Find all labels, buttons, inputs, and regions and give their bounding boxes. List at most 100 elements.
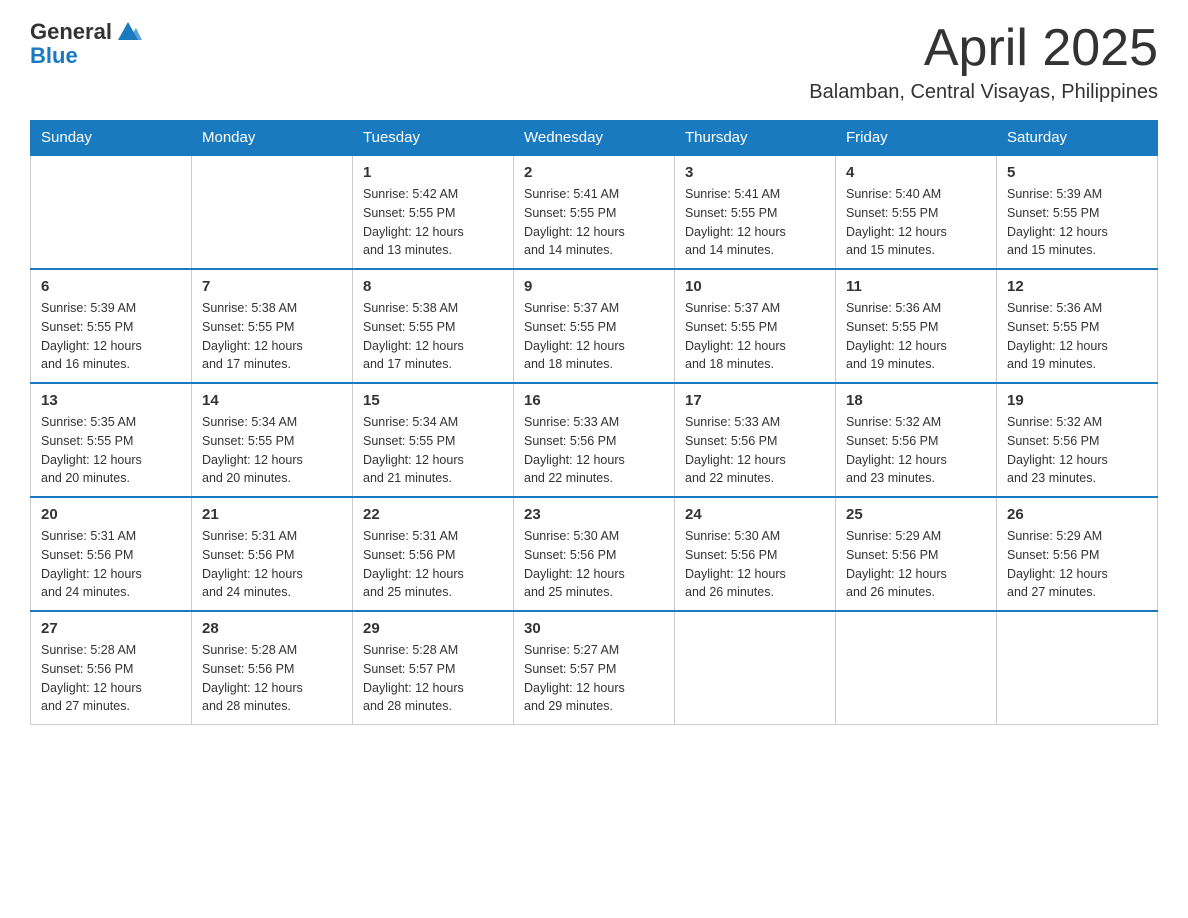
calendar-cell: 19 Sunrise: 5:32 AM Sunset: 5:56 PM Dayli… <box>997 383 1158 497</box>
calendar-cell: 10Sunrise: 5:37 AM Sunset: 5:55 PM Dayli… <box>675 269 836 383</box>
calendar-cell: 5 Sunrise: 5:39 AM Sunset: 5:55 PM Daylig… <box>997 155 1158 269</box>
calendar-week-3: 13 Sunrise: 5:35 AM Sunset: 5:55 PM Dayli… <box>31 383 1158 497</box>
day-number: 23 <box>524 506 664 523</box>
day-number: 8 <box>363 278 503 295</box>
calendar-subtitle: Balamban, Central Visayas, Philippines <box>809 81 1158 104</box>
day-info: Sunrise: 5:39 AM Sunset: 5:55 PM Dayligh… <box>41 299 181 374</box>
day-number: 24 <box>685 506 825 523</box>
day-info: Sunrise: 5:38 AM Sunset: 5:55 PM Dayligh… <box>202 299 342 374</box>
day-info: Sunrise: 5:31 AM Sunset: 5:56 PM Dayligh… <box>41 527 181 602</box>
logo-text-blue: Blue <box>30 44 142 68</box>
calendar-cell: 12 Sunrise: 5:36 AM Sunset: 5:55 PM Dayli… <box>997 269 1158 383</box>
calendar-cell: 11 Sunrise: 5:36 AM Sunset: 5:55 PM Dayli… <box>836 269 997 383</box>
day-info: Sunrise: 5:35 AM Sunset: 5:55 PM Dayligh… <box>41 413 181 488</box>
logo-icon <box>114 16 142 44</box>
page-header: General Blue April 2025 Balamban, Centra… <box>30 20 1158 104</box>
weekday-header-monday: Monday <box>192 121 353 156</box>
calendar-cell: 16 Sunrise: 5:33 AM Sunset: 5:56 PM Dayli… <box>514 383 675 497</box>
day-number: 28 <box>202 620 342 637</box>
day-number: 5 <box>1007 164 1147 181</box>
day-number: 4 <box>846 164 986 181</box>
day-number: 22 <box>363 506 503 523</box>
calendar-table: SundayMondayTuesdayWednesdayThursdayFrid… <box>30 120 1158 725</box>
day-number: 20 <box>41 506 181 523</box>
calendar-cell: 23 Sunrise: 5:30 AM Sunset: 5:56 PM Dayli… <box>514 497 675 611</box>
day-number: 1 <box>363 164 503 181</box>
calendar-week-1: 1 Sunrise: 5:42 AM Sunset: 5:55 PM Daylig… <box>31 155 1158 269</box>
weekday-header-friday: Friday <box>836 121 997 156</box>
calendar-title: April 2025 <box>809 20 1158 77</box>
day-number: 9 <box>524 278 664 295</box>
day-info: Sunrise: 5:31 AM Sunset: 5:56 PM Dayligh… <box>202 527 342 602</box>
calendar-cell <box>997 611 1158 725</box>
calendar-cell <box>192 155 353 269</box>
weekday-header-row: SundayMondayTuesdayWednesdayThursdayFrid… <box>31 121 1158 156</box>
day-info: Sunrise: 5:34 AM Sunset: 5:55 PM Dayligh… <box>202 413 342 488</box>
day-info: Sunrise: 5:39 AM Sunset: 5:55 PM Dayligh… <box>1007 185 1147 260</box>
day-info: Sunrise: 5:30 AM Sunset: 5:56 PM Dayligh… <box>685 527 825 602</box>
calendar-cell: 17 Sunrise: 5:33 AM Sunset: 5:56 PM Dayli… <box>675 383 836 497</box>
day-info: Sunrise: 5:38 AM Sunset: 5:55 PM Dayligh… <box>363 299 503 374</box>
day-number: 11 <box>846 278 986 295</box>
calendar-cell: 4 Sunrise: 5:40 AM Sunset: 5:55 PM Daylig… <box>836 155 997 269</box>
calendar-cell: 3Sunrise: 5:41 AM Sunset: 5:55 PM Daylig… <box>675 155 836 269</box>
calendar-week-4: 20 Sunrise: 5:31 AM Sunset: 5:56 PM Dayli… <box>31 497 1158 611</box>
day-number: 14 <box>202 392 342 409</box>
day-number: 21 <box>202 506 342 523</box>
day-info: Sunrise: 5:33 AM Sunset: 5:56 PM Dayligh… <box>685 413 825 488</box>
calendar-cell: 24 Sunrise: 5:30 AM Sunset: 5:56 PM Dayli… <box>675 497 836 611</box>
day-number: 18 <box>846 392 986 409</box>
calendar-cell: 30Sunrise: 5:27 AM Sunset: 5:57 PM Dayli… <box>514 611 675 725</box>
day-info: Sunrise: 5:27 AM Sunset: 5:57 PM Dayligh… <box>524 641 664 716</box>
day-number: 19 <box>1007 392 1147 409</box>
day-info: Sunrise: 5:41 AM Sunset: 5:55 PM Dayligh… <box>524 185 664 260</box>
calendar-cell: 27 Sunrise: 5:28 AM Sunset: 5:56 PM Dayli… <box>31 611 192 725</box>
day-info: Sunrise: 5:36 AM Sunset: 5:55 PM Dayligh… <box>846 299 986 374</box>
day-info: Sunrise: 5:32 AM Sunset: 5:56 PM Dayligh… <box>1007 413 1147 488</box>
day-info: Sunrise: 5:34 AM Sunset: 5:55 PM Dayligh… <box>363 413 503 488</box>
weekday-header-saturday: Saturday <box>997 121 1158 156</box>
day-number: 12 <box>1007 278 1147 295</box>
calendar-cell: 22 Sunrise: 5:31 AM Sunset: 5:56 PM Dayli… <box>353 497 514 611</box>
day-number: 29 <box>363 620 503 637</box>
day-number: 7 <box>202 278 342 295</box>
weekday-header-wednesday: Wednesday <box>514 121 675 156</box>
calendar-cell: 7 Sunrise: 5:38 AM Sunset: 5:55 PM Daylig… <box>192 269 353 383</box>
calendar-cell: 29Sunrise: 5:28 AM Sunset: 5:57 PM Dayli… <box>353 611 514 725</box>
day-info: Sunrise: 5:30 AM Sunset: 5:56 PM Dayligh… <box>524 527 664 602</box>
calendar-cell: 9Sunrise: 5:37 AM Sunset: 5:55 PM Daylig… <box>514 269 675 383</box>
calendar-cell: 18Sunrise: 5:32 AM Sunset: 5:56 PM Dayli… <box>836 383 997 497</box>
day-number: 13 <box>41 392 181 409</box>
day-number: 3 <box>685 164 825 181</box>
calendar-cell: 6Sunrise: 5:39 AM Sunset: 5:55 PM Daylig… <box>31 269 192 383</box>
day-number: 27 <box>41 620 181 637</box>
calendar-week-5: 27 Sunrise: 5:28 AM Sunset: 5:56 PM Dayli… <box>31 611 1158 725</box>
calendar-cell: 2 Sunrise: 5:41 AM Sunset: 5:55 PM Daylig… <box>514 155 675 269</box>
day-info: Sunrise: 5:40 AM Sunset: 5:55 PM Dayligh… <box>846 185 986 260</box>
day-number: 26 <box>1007 506 1147 523</box>
calendar-cell: 26 Sunrise: 5:29 AM Sunset: 5:56 PM Dayli… <box>997 497 1158 611</box>
day-info: Sunrise: 5:29 AM Sunset: 5:56 PM Dayligh… <box>1007 527 1147 602</box>
calendar-week-2: 6Sunrise: 5:39 AM Sunset: 5:55 PM Daylig… <box>31 269 1158 383</box>
logo: General Blue <box>30 20 142 68</box>
weekday-header-tuesday: Tuesday <box>353 121 514 156</box>
calendar-body: 1 Sunrise: 5:42 AM Sunset: 5:55 PM Daylig… <box>31 155 1158 725</box>
day-info: Sunrise: 5:33 AM Sunset: 5:56 PM Dayligh… <box>524 413 664 488</box>
day-number: 15 <box>363 392 503 409</box>
day-info: Sunrise: 5:28 AM Sunset: 5:56 PM Dayligh… <box>202 641 342 716</box>
calendar-cell: 15 Sunrise: 5:34 AM Sunset: 5:55 PM Dayli… <box>353 383 514 497</box>
day-number: 17 <box>685 392 825 409</box>
day-info: Sunrise: 5:42 AM Sunset: 5:55 PM Dayligh… <box>363 185 503 260</box>
calendar-header: SundayMondayTuesdayWednesdayThursdayFrid… <box>31 121 1158 156</box>
weekday-header-thursday: Thursday <box>675 121 836 156</box>
day-info: Sunrise: 5:31 AM Sunset: 5:56 PM Dayligh… <box>363 527 503 602</box>
calendar-cell: 28 Sunrise: 5:28 AM Sunset: 5:56 PM Dayli… <box>192 611 353 725</box>
logo-text-general: General <box>30 20 112 44</box>
day-info: Sunrise: 5:28 AM Sunset: 5:56 PM Dayligh… <box>41 641 181 716</box>
calendar-cell: 8 Sunrise: 5:38 AM Sunset: 5:55 PM Daylig… <box>353 269 514 383</box>
day-number: 2 <box>524 164 664 181</box>
calendar-cell <box>836 611 997 725</box>
weekday-header-sunday: Sunday <box>31 121 192 156</box>
day-number: 16 <box>524 392 664 409</box>
day-info: Sunrise: 5:36 AM Sunset: 5:55 PM Dayligh… <box>1007 299 1147 374</box>
